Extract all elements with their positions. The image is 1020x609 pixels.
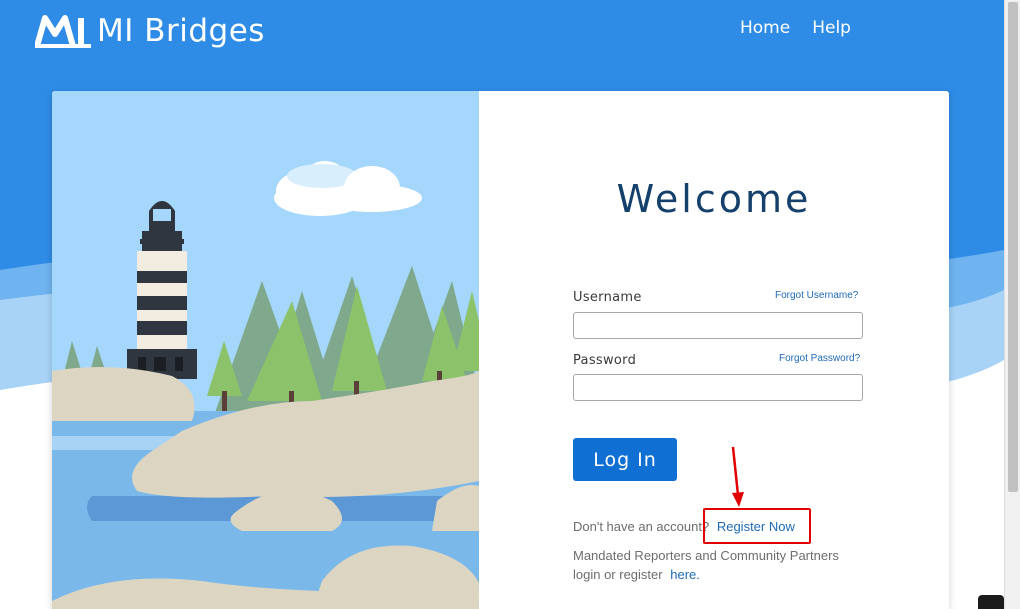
register-now-link[interactable]: Register Now (717, 519, 795, 534)
password-input[interactable] (573, 374, 863, 401)
username-input[interactable] (573, 312, 863, 339)
forgot-username-link[interactable]: Forgot Username? (775, 290, 858, 301)
scrollbar-thumb[interactable] (1008, 2, 1018, 492)
nav-home[interactable]: Home (740, 18, 790, 38)
username-label: Username (573, 290, 642, 305)
no-account-text: Don't have an account? (573, 519, 710, 534)
login-card: Welcome Username Forgot Username? Passwo… (52, 91, 949, 609)
mi-logo-icon (35, 15, 91, 48)
password-label: Password (573, 353, 637, 368)
partners-row: login or register here. (573, 567, 700, 582)
welcome-heading: Welcome (616, 177, 812, 221)
partners-here-link[interactable]: here. (670, 567, 700, 582)
partners-text-line2: login or register (573, 567, 663, 582)
login-form: Welcome Username Forgot Username? Passwo… (479, 91, 949, 609)
partners-text-line1: Mandated Reporters and Community Partner… (573, 548, 839, 563)
vertical-scrollbar[interactable] (1004, 0, 1020, 609)
lighthouse-scene-image (52, 91, 479, 609)
brand-logo[interactable]: MI Bridges (35, 12, 265, 50)
scroll-to-top-button[interactable] (978, 595, 1004, 609)
forgot-password-link[interactable]: Forgot Password? (779, 353, 860, 364)
no-account-row: Don't have an account? Register Now (573, 519, 795, 534)
top-nav: Home Help (740, 18, 851, 38)
annotation-arrow-icon (731, 446, 744, 507)
nav-help[interactable]: Help (812, 18, 851, 38)
login-button[interactable]: Log In (573, 438, 677, 481)
lighthouse-illustration (52, 91, 479, 609)
brand-name: MI Bridges (97, 13, 265, 49)
top-header: MI Bridges Home Help (0, 0, 1004, 62)
